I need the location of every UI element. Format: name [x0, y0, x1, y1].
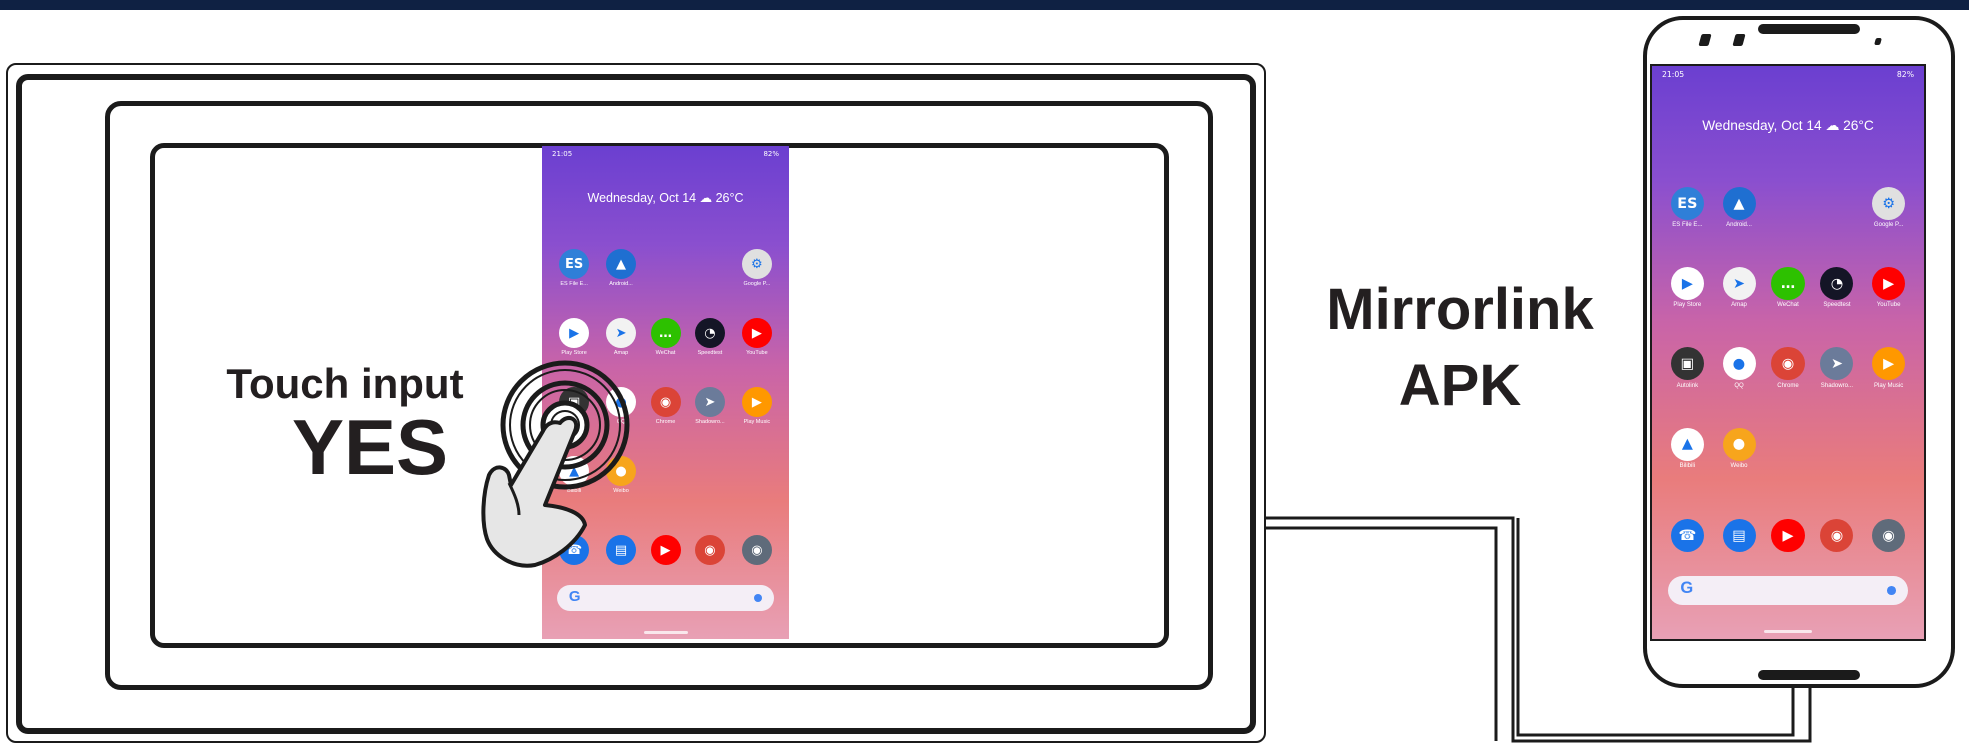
android-auto-icon[interactable]: ▲ [606, 249, 637, 280]
app-label: Shadowro... [695, 419, 725, 426]
speedtest-icon[interactable]: ◔ [1820, 267, 1854, 301]
app-label: Speedtest [1823, 302, 1851, 309]
app-label: Play Music [743, 419, 771, 426]
phone-charging-port [1758, 670, 1860, 680]
app-label: Android... [1726, 222, 1752, 229]
google-g-icon: G [568, 587, 581, 605]
status-time: 21:05 [552, 150, 573, 158]
phone-speaker [1758, 24, 1860, 34]
app-label: Chrome [1777, 382, 1799, 389]
date-weather: Wednesday, Oct 14 ☁ 26°C [587, 191, 744, 206]
chrome-icon[interactable]: ◉ [1771, 347, 1805, 381]
youtube-dock-icon[interactable]: ▶ [1771, 519, 1805, 553]
android-auto-icon[interactable]: ▲ [1722, 187, 1756, 221]
home-handle [643, 631, 688, 634]
amap-icon[interactable]: ➤ [1722, 267, 1756, 301]
assistant-mic-icon[interactable] [754, 593, 763, 602]
chrome-icon[interactable]: ◉ [650, 387, 681, 418]
weibo-icon[interactable]: ● [1722, 427, 1756, 461]
youtube-icon[interactable]: ▶ [741, 318, 772, 349]
speedtest-icon[interactable]: ◔ [694, 318, 725, 349]
app-label: Google P... [1873, 222, 1904, 229]
google-search-bar[interactable]: G [556, 584, 775, 611]
app-label: Shadowro... [1820, 382, 1854, 389]
camera-icon[interactable]: ◉ [741, 535, 772, 566]
play-music-icon[interactable]: ▶ [741, 387, 772, 418]
app-label: ES File E... [560, 281, 588, 288]
app-label: Play Music [1874, 382, 1904, 389]
telegram-icon[interactable]: ➤ [1820, 347, 1854, 381]
status-time: 21:05 [1662, 70, 1685, 79]
google-g-icon: G [1680, 579, 1694, 598]
messages-icon[interactable]: ▤ [1722, 519, 1756, 553]
phone-icon[interactable]: ☎ [1670, 519, 1704, 553]
google-play-services-icon[interactable]: ⚙ [741, 249, 772, 280]
wechat-icon[interactable]: … [650, 318, 681, 349]
app-label: Autolink [1676, 382, 1699, 389]
smartphone-screen[interactable]: 21:05 82% Wednesday, Oct 14 ☁ 26°C ES ES Fil… [1652, 66, 1924, 639]
autolink-icon[interactable]: ▣ [1670, 347, 1704, 381]
play-store-icon[interactable]: ▶ [559, 318, 590, 349]
youtube-icon[interactable]: ▶ [1872, 267, 1906, 301]
app-label: Amap [1731, 302, 1747, 309]
app-label: ES File E... [1672, 222, 1703, 229]
bilibili-icon[interactable]: ▲ [1670, 427, 1704, 461]
status-battery: 82% [763, 150, 779, 158]
wechat-icon[interactable]: … [1771, 267, 1805, 301]
telegram-icon[interactable]: ➤ [694, 387, 725, 418]
app-label: QQ [1734, 382, 1744, 389]
touch-input-label: Touch input [226, 360, 464, 407]
assistant-mic-icon[interactable] [1886, 585, 1896, 595]
status-bar: 21:05 82% [1652, 66, 1924, 84]
status-bar: 21:05 82% [542, 146, 789, 164]
play-store-icon[interactable]: ▶ [1670, 267, 1704, 301]
mirrorlink-line1: Mirrorlink [1326, 277, 1594, 342]
mirrorlink-line2: APK [1398, 353, 1522, 418]
qq-icon[interactable]: ● [1722, 347, 1756, 381]
touch-input-value: YES [291, 403, 449, 491]
google-search-bar[interactable]: G [1668, 575, 1908, 605]
google-play-services-icon[interactable]: ⚙ [1872, 187, 1906, 221]
app-label: Google P... [743, 281, 771, 288]
app-label: Play Store [1673, 302, 1702, 309]
play-music-icon[interactable]: ▶ [1872, 347, 1906, 381]
date-weather: Wednesday, Oct 14 ☁ 26°C [1702, 117, 1874, 133]
camera-icon[interactable]: ◉ [1872, 519, 1906, 553]
app-label: Speedtest [697, 350, 723, 357]
youtube-dock-icon[interactable]: ▶ [650, 535, 681, 566]
amap-icon[interactable]: ➤ [606, 318, 637, 349]
es-file-explorer-icon[interactable]: ES [1670, 187, 1704, 221]
app-label: YouTube [746, 350, 768, 357]
mirrorlink-title: Mirrorlink APK [1300, 272, 1620, 424]
app-label: Weibo [1730, 462, 1748, 469]
home-handle [1763, 630, 1813, 634]
app-label: WeChat [1777, 302, 1799, 309]
app-label: Bilibili [1679, 462, 1696, 469]
chrome-dock-icon[interactable]: ◉ [694, 535, 725, 566]
touch-hand-icon [481, 360, 630, 568]
app-label: YouTube [1876, 302, 1901, 309]
status-battery: 82% [1896, 70, 1914, 79]
app-label: Android... [609, 281, 633, 288]
es-file-explorer-icon[interactable]: ES [559, 249, 590, 280]
chrome-dock-icon[interactable]: ◉ [1820, 519, 1854, 553]
